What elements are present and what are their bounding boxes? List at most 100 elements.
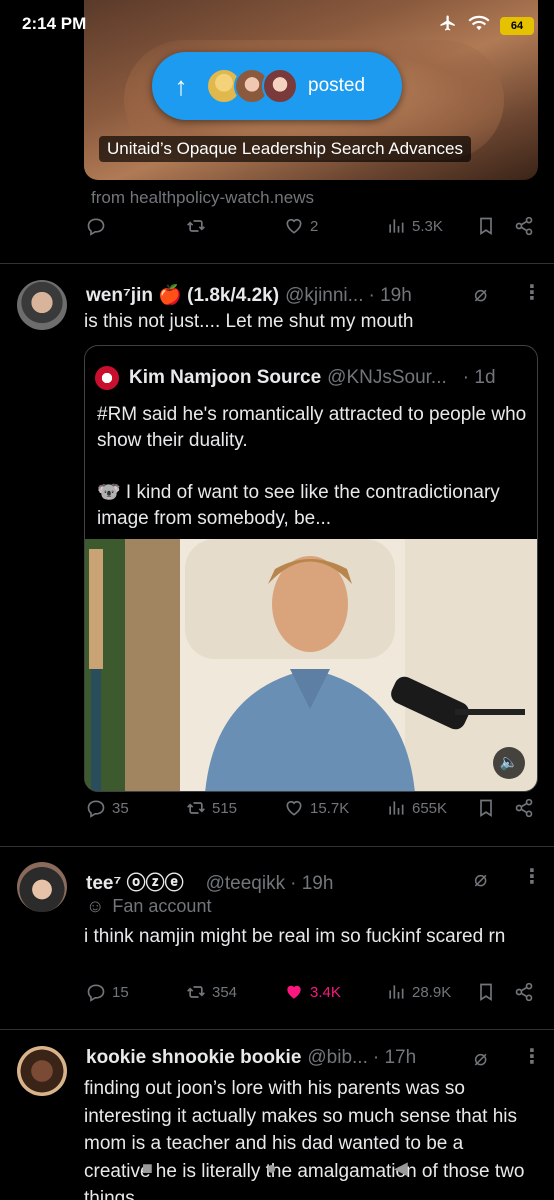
quote-display-name: Kim Namjoon Source <box>129 367 322 388</box>
like-button[interactable]: 15.7K <box>284 798 349 818</box>
repost-button[interactable]: 354 <box>186 982 237 1002</box>
reply-button[interactable] <box>86 216 106 236</box>
heart-icon <box>286 218 302 234</box>
fan-account-label: ☺ Fan account <box>86 896 211 917</box>
tweet-text: is this not just.... Let me shut my mout… <box>84 311 414 332</box>
like-count: 15.7K <box>310 799 350 817</box>
display-name[interactable]: kookie shnookie bookie <box>86 1047 301 1069</box>
divider <box>0 263 554 264</box>
back-icon[interactable]: ◀ <box>394 1158 408 1179</box>
display-name[interactable]: tee⁷ ⓞⓩⓔ <box>86 868 184 895</box>
like-count: 2 <box>310 217 319 235</box>
share-icon <box>515 982 533 1002</box>
article-title-overlay: Unitaid’s Opaque Leadership Search Advan… <box>99 136 471 162</box>
avatar[interactable] <box>17 280 67 330</box>
divider <box>0 1029 554 1030</box>
recents-icon[interactable]: ■ <box>142 1158 153 1179</box>
view-count: 655K <box>412 799 448 817</box>
battery-indicator: 64 <box>500 16 534 35</box>
share-icon <box>515 216 533 236</box>
bookmark-button[interactable] <box>476 216 496 236</box>
quote-timestamp: · 1d <box>462 367 496 388</box>
quote-header: Kim Namjoon Source @KNJsSour... · 1d <box>95 366 496 390</box>
share-button[interactable] <box>514 216 534 236</box>
tweet-header: kookie shnookie bookie @bib... · 17h <box>86 1047 476 1069</box>
views-icon <box>389 219 404 233</box>
repost-icon <box>187 220 205 232</box>
article-title: Unitaid’s Opaque Leadership Search Advan… <box>107 139 463 158</box>
tweet-text: i think namjin might be real im so fucki… <box>84 926 506 947</box>
view-count: 28.9K <box>412 983 452 1001</box>
avatar <box>95 366 119 390</box>
views-icon <box>389 801 404 815</box>
bookmark-icon <box>480 217 492 236</box>
heart-filled-icon <box>287 985 301 999</box>
status-icons: 64 <box>438 14 534 37</box>
username[interactable]: @teeqikk <box>206 873 286 895</box>
views-button[interactable]: 655K <box>386 798 447 818</box>
reply-button[interactable]: 35 <box>86 798 129 818</box>
display-name[interactable]: wen⁷jin 🍎 (1.8k/4.2k) <box>86 283 279 307</box>
quote-paragraph: #RM said he's romantically attracted to … <box>97 404 527 451</box>
quote-username: @KNJsSour... <box>327 367 447 388</box>
volume-button[interactable]: 🔈 <box>493 747 525 779</box>
grok-icon[interactable]: ⌀ <box>474 1045 487 1071</box>
share-button[interactable] <box>514 798 534 818</box>
article-source[interactable]: from healthpolicy-watch.news <box>91 188 314 208</box>
like-count: 3.4K <box>310 983 341 1001</box>
bookmark-button[interactable] <box>476 798 496 818</box>
video-player[interactable]: 🔈 <box>85 539 537 791</box>
views-icon <box>389 985 404 999</box>
views-button[interactable]: 5.3K <box>386 216 443 236</box>
share-button[interactable] <box>514 982 534 1002</box>
reply-button[interactable]: 15 <box>86 982 129 1002</box>
more-options-icon[interactable]: ⋮ <box>522 864 542 889</box>
bookmark-icon <box>480 799 492 818</box>
pill-avatars <box>206 68 298 104</box>
share-icon <box>515 798 533 818</box>
repost-icon <box>187 986 205 998</box>
grok-icon[interactable]: ⌀ <box>474 281 487 307</box>
avatar[interactable] <box>17 1046 67 1096</box>
fan-account-text: Fan account <box>112 896 212 916</box>
tweet-header: wen⁷jin 🍎 (1.8k/4.2k) @kjinni... · 19h <box>86 283 476 307</box>
reply-count: 35 <box>112 799 129 817</box>
more-options-icon[interactable]: ⋮ <box>522 1044 542 1069</box>
reply-icon <box>87 800 105 818</box>
tweet-header: tee⁷ ⓞⓩⓔ @teeqikk · 19h <box>86 868 476 895</box>
quoted-tweet[interactable]: Kim Namjoon Source @KNJsSour... · 1d #RM… <box>84 345 538 792</box>
bookmark-button[interactable] <box>476 982 496 1002</box>
wifi-icon <box>468 14 490 37</box>
reply-count: 15 <box>112 983 129 1001</box>
repost-button[interactable] <box>186 216 206 236</box>
like-button[interactable]: 2 <box>284 216 318 236</box>
timestamp: · 17h <box>372 1047 417 1068</box>
repost-button[interactable]: 515 <box>186 798 237 818</box>
reply-icon <box>87 984 105 1002</box>
quote-paragraph: 🐨 I kind of want to see like the contrad… <box>97 482 500 529</box>
more-options-icon[interactable]: ⋮ <box>522 280 542 305</box>
avatar[interactable] <box>17 862 67 912</box>
mask-icon: ☺ <box>86 896 105 916</box>
airplane-icon <box>438 14 458 37</box>
heart-icon <box>286 800 302 816</box>
repost-icon <box>187 802 205 814</box>
pill-label: posted <box>308 75 366 96</box>
speaker-icon: 🔈 <box>499 754 519 771</box>
divider <box>0 846 554 847</box>
username[interactable]: @bib... <box>307 1047 367 1069</box>
avatar <box>262 68 298 104</box>
system-nav-bar: ■ ● ◀ <box>0 1154 554 1184</box>
timestamp: · 19h <box>368 285 412 306</box>
grok-icon[interactable]: ⌀ <box>474 866 487 892</box>
status-time: 2:14 PM <box>22 14 87 33</box>
home-icon[interactable]: ● <box>266 1158 277 1179</box>
username[interactable]: @kjinni... <box>285 285 363 307</box>
arrow-up-icon: ↑ <box>174 70 188 101</box>
new-posts-pill[interactable]: ↑ posted <box>152 52 402 120</box>
views-button[interactable]: 28.9K <box>386 982 451 1002</box>
view-count: 5.3K <box>412 217 443 235</box>
like-button[interactable]: 3.4K <box>284 982 341 1002</box>
video-frame <box>85 539 537 791</box>
bookmark-icon <box>480 983 492 1002</box>
